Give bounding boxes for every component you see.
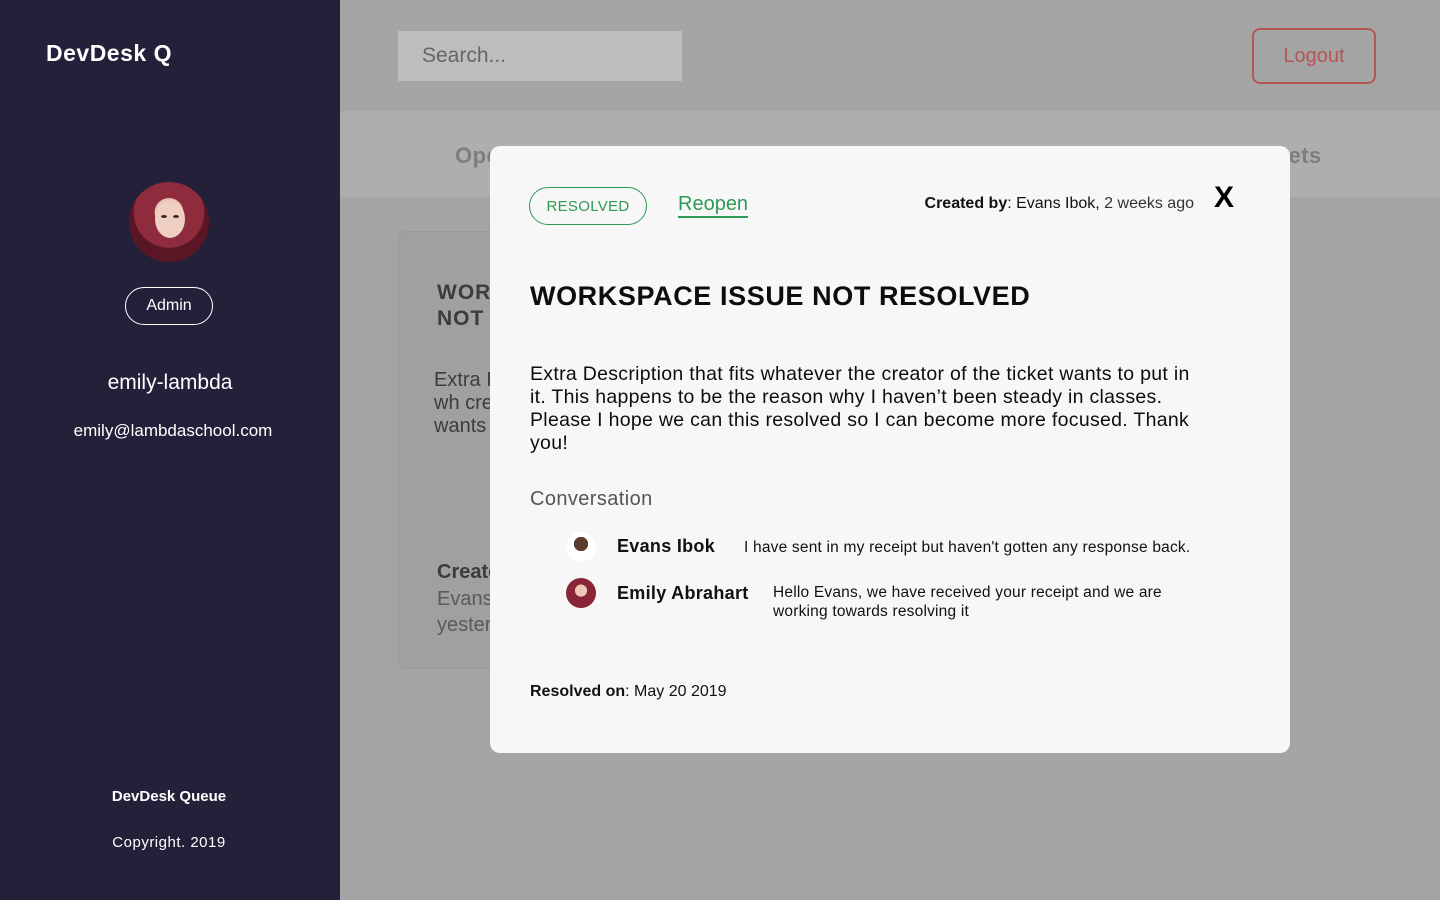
footer-title: DevDesk Queue — [111, 788, 227, 805]
username: emily-lambda — [107, 371, 233, 394]
avatar — [566, 578, 596, 608]
footer-copyright: Copyright. 2019 — [112, 834, 226, 851]
brand-title[interactable]: DevDesk Q — [46, 40, 172, 67]
resolved-date: : May 20 2019 — [625, 683, 727, 700]
conversation-label: Conversation — [530, 488, 653, 510]
close-button[interactable]: X — [1214, 181, 1234, 215]
created-by-label: Created by — [924, 195, 1008, 212]
created-when: 2 weeks ago — [1099, 195, 1194, 212]
created-by: Created by: Evans Ibok, 2 weeks ago — [925, 195, 1194, 213]
avatar — [566, 532, 596, 562]
message-text: I have sent in my receipt but haven't go… — [744, 539, 1191, 556]
reopen-link[interactable]: Reopen — [678, 193, 749, 218]
sidebar: DevDesk Q Admin emily-lambda emily@lambd… — [0, 0, 340, 900]
message-text: Hello Evans, we have received your recei… — [773, 584, 1162, 620]
created-by-author: : Evans Ibok, — [1007, 195, 1100, 212]
search-placeholder: Search... — [422, 44, 507, 67]
avatar-face — [155, 200, 185, 238]
resolved-on: Resolved on: May 20 2019 — [530, 683, 727, 701]
role-badge: Admin — [125, 287, 213, 325]
status-badge: RESOLVED — [529, 187, 647, 225]
logout-button[interactable]: Logout — [1252, 28, 1376, 84]
avatar — [129, 182, 209, 262]
ticket-modal: RESOLVED Reopen Created by: Evans Ibok, … — [490, 146, 1290, 753]
search-input[interactable]: Search... — [398, 31, 682, 81]
avatar-eye — [173, 215, 179, 218]
ticket-title: WORKSPACE ISSUE NOT RESOLVED — [530, 281, 1031, 311]
ticket-description: Extra Description that fits whatever the… — [530, 363, 1190, 454]
resolved-label: Resolved on — [530, 683, 626, 700]
user-email: emily@lambdaschool.com — [73, 421, 273, 440]
avatar-eye — [161, 215, 167, 218]
message-author: Emily Abrahart — [617, 583, 749, 603]
message-author: Evans Ibok — [617, 536, 716, 556]
